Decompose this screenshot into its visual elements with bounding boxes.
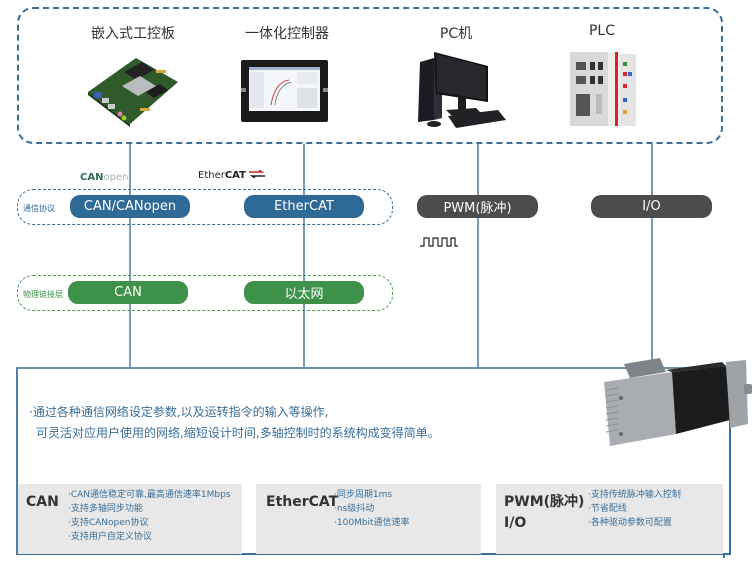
connector-line-ethercat [303,144,305,367]
canopen-logo: CANopen [80,172,128,184]
feature-item: ·100Mbit通信速率 [334,518,410,528]
ethercat-logo-light: Ether [198,170,225,181]
ethercat-logo: EtherCAT [198,169,266,182]
protocol-pill-canopen[interactable]: CAN/CANopen [70,195,190,218]
feature-item: ·ns级抖动 [334,504,375,514]
feature-list-pwm-io: ·支持传统脉冲输入控制 ·节省配线 ·各种驱动参数可配置 [588,488,681,530]
feature-title-ethercat: EtherCAT [266,494,339,510]
integrated-controller-icon [241,60,328,122]
feature-item: ·同步周期1ms [334,490,393,500]
feature-title-pwm: PWM(脉冲) [504,494,585,510]
canopen-logo-bold: CAN [80,172,104,183]
protocol-pill-ethercat[interactable]: EtherCAT [244,195,364,218]
ethercat-logo-bold: CAT [224,170,246,181]
canopen-logo-light: open [103,172,129,183]
device-label-controller: 一体化控制器 [245,26,329,42]
connector-line-can [129,144,131,367]
connector-line-pwm [477,144,479,367]
physical-pill-can[interactable]: CAN [68,281,188,304]
feature-item: ·各种驱动参数可配置 [588,518,672,528]
pulse-waveform-icon [420,237,458,247]
servo-motor-icon [604,358,752,446]
feature-item: ·CAN通信稳定可靠,最高通信速率1Mbps [68,490,231,500]
feature-item: ·支持用户自定义协议 [68,532,152,542]
description-line-1: ·通过各种通信网络设定参数,以及运转指令的输入等操作, [29,405,329,419]
device-label-plc: PLC [588,23,616,39]
protocol-layer-label: 通信协议 [23,204,55,213]
physical-pill-ethernet[interactable]: 以太网 [244,281,364,304]
description-line-2: 可灵活对应用户使用的网络,缩短设计时间,多轴控制时的系统构成变得简单。 [36,426,440,440]
device-label-embedded: 嵌入式工控板 [91,26,175,42]
feature-title-can: CAN [26,494,59,510]
feature-item: ·支持多轴同步功能 [68,504,143,514]
protocol-pill-io[interactable]: I/O [591,195,712,218]
pc-icon [418,52,506,128]
feature-list-ethercat: ·同步周期1ms ·ns级抖动 ·100Mbit通信速率 [334,488,410,530]
protocol-pill-pwm[interactable]: PWM(脉冲) [417,195,538,218]
plc-icon [570,52,636,126]
feature-item: ·节省配线 [588,504,627,514]
feature-title-io: I/O [504,515,527,531]
embedded-board-icon [88,58,178,127]
device-label-pc: PC机 [439,26,473,42]
feature-item: ·支持传统脉冲输入控制 [588,490,681,500]
physical-layer-label: 物理链接层 [23,290,63,299]
feature-list-can: ·CAN通信稳定可靠,最高通信速率1Mbps ·支持多轴同步功能 ·支持CANo… [68,488,231,544]
feature-item: ·支持CANopen协议 [68,518,149,528]
ethercat-arrows-icon [249,169,266,179]
